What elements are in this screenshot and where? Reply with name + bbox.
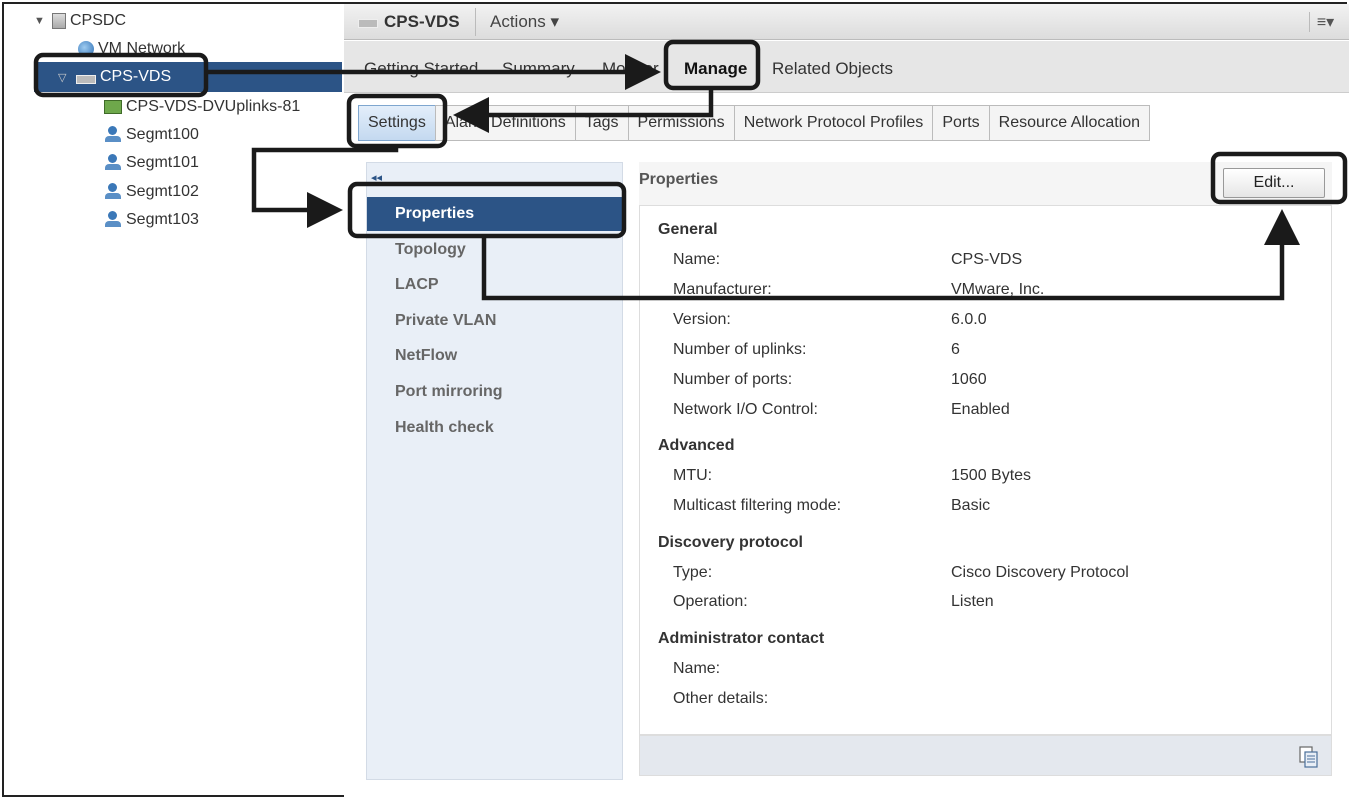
network-icon bbox=[78, 41, 94, 57]
port-group-icon bbox=[104, 183, 122, 201]
tree-item-dvuplinks[interactable]: CPS-VDS-DVUplinks-81 bbox=[104, 94, 300, 120]
property-value: VMware, Inc. bbox=[951, 281, 1045, 298]
section-title: Advanced bbox=[658, 437, 735, 454]
uplinks-icon bbox=[104, 100, 122, 114]
property-label: Type: bbox=[673, 564, 713, 581]
section-title: Discovery protocol bbox=[658, 534, 803, 551]
manage-sub-tabs: Settings Alarm Definitions Tags Permissi… bbox=[358, 105, 1151, 141]
property-label: Number of ports: bbox=[673, 371, 793, 388]
collapse-icon[interactable]: ◂◂ bbox=[371, 171, 382, 184]
tab-summary[interactable]: Summary bbox=[502, 59, 575, 79]
properties-panel: Properties Edit... General Name: CPS-VDS… bbox=[639, 162, 1332, 776]
property-value: 6 bbox=[951, 341, 960, 358]
tree-item-label: VM Network bbox=[98, 40, 186, 57]
settings-nav: ◂◂ Properties Topology LACP Private VLAN… bbox=[366, 162, 624, 780]
object-title: CPS-VDS bbox=[358, 12, 460, 32]
distributed-switch-icon bbox=[358, 18, 378, 28]
property-label: MTU: bbox=[673, 467, 713, 484]
panel-footer bbox=[639, 735, 1332, 776]
panel-title: Properties bbox=[639, 171, 719, 188]
nav-item-netflow[interactable]: NetFlow bbox=[367, 339, 624, 373]
property-label: Manufacturer: bbox=[673, 281, 772, 298]
nav-item-port-mirroring[interactable]: Port mirroring bbox=[367, 375, 624, 409]
object-name: CPS-VDS bbox=[384, 12, 460, 31]
tree-item-label: Segmt103 bbox=[126, 211, 199, 228]
tree-item-label: CPSDC bbox=[70, 12, 127, 29]
property-value: Listen bbox=[951, 593, 994, 610]
tree-item-segmt101[interactable]: Segmt101 bbox=[104, 150, 199, 176]
tree-item-vm-network[interactable]: VM Network bbox=[78, 36, 185, 62]
nav-item-properties[interactable]: Properties bbox=[367, 197, 624, 231]
property-label: Version: bbox=[673, 311, 731, 328]
property-value: Enabled bbox=[951, 401, 1010, 418]
property-value: Basic bbox=[951, 497, 991, 514]
tree-item-label: CPS-VDS-DVUplinks-81 bbox=[126, 98, 301, 115]
subtab-permissions[interactable]: Permissions bbox=[627, 105, 735, 141]
subtab-resource-allocation[interactable]: Resource Allocation bbox=[988, 105, 1151, 141]
property-value: 6.0.0 bbox=[951, 311, 987, 328]
edit-button[interactable]: Edit... bbox=[1223, 168, 1325, 198]
divider bbox=[475, 8, 476, 36]
main-pane: CPS-VDS Actions ▾ ≡▾ Getting Started Sum… bbox=[344, 4, 1349, 799]
property-value: Cisco Discovery Protocol bbox=[951, 564, 1129, 581]
subtab-tags[interactable]: Tags bbox=[574, 105, 629, 141]
properties-list: General Name: CPS-VDS Manufacturer: VMwa… bbox=[639, 205, 1332, 735]
property-label: Number of uplinks: bbox=[673, 341, 807, 358]
subtab-settings[interactable]: Settings bbox=[358, 105, 436, 141]
tree-item-cpsdc[interactable]: ▼ CPSDC bbox=[34, 8, 126, 34]
screenshot-frame: ▼ CPSDC VM Network ▽ CPS-VDS CPS-VDS-DVU… bbox=[2, 2, 1349, 799]
actions-menu-button[interactable]: Actions ▾ bbox=[490, 12, 559, 32]
tab-related-objects[interactable]: Related Objects bbox=[772, 59, 893, 79]
nav-item-lacp[interactable]: LACP bbox=[367, 268, 624, 302]
subtab-alarm-definitions[interactable]: Alarm Definitions bbox=[434, 105, 576, 141]
tree-item-label: CPS-VDS bbox=[100, 68, 172, 85]
subtab-ports[interactable]: Ports bbox=[932, 105, 990, 141]
copy-to-clipboard-icon[interactable] bbox=[1299, 746, 1319, 768]
tree-item-label: Segmt102 bbox=[126, 183, 199, 200]
subtab-network-protocol-profiles[interactable]: Network Protocol Profiles bbox=[733, 105, 934, 141]
distributed-switch-icon bbox=[76, 74, 96, 84]
property-value: 1500 Bytes bbox=[951, 467, 1032, 484]
inventory-tree: ▼ CPSDC VM Network ▽ CPS-VDS CPS-VDS-DVU… bbox=[4, 4, 344, 799]
property-label: Multicast filtering mode: bbox=[673, 497, 842, 514]
tree-item-segmt102[interactable]: Segmt102 bbox=[104, 179, 199, 205]
property-label: Operation: bbox=[673, 593, 748, 610]
view-options-icon[interactable]: ≡▾ bbox=[1309, 12, 1341, 32]
nav-item-private-vlan[interactable]: Private VLAN bbox=[367, 304, 624, 338]
nav-item-topology[interactable]: Topology bbox=[367, 233, 624, 267]
section-title: Administrator contact bbox=[658, 630, 825, 647]
port-group-icon bbox=[104, 154, 122, 172]
property-label: Name: bbox=[673, 660, 721, 677]
property-value: CPS-VDS bbox=[951, 251, 1023, 268]
tree-item-segmt103[interactable]: Segmt103 bbox=[104, 207, 199, 233]
object-nav-tabs: Getting Started Summary Monitor Manage R… bbox=[344, 41, 1349, 93]
property-label: Network I/O Control: bbox=[673, 401, 818, 418]
tab-getting-started[interactable]: Getting Started bbox=[364, 59, 478, 79]
property-value: 1060 bbox=[951, 371, 987, 388]
expand-arrow-icon[interactable]: ▼ bbox=[34, 15, 48, 27]
object-title-bar: CPS-VDS Actions ▾ ≡▾ bbox=[344, 4, 1349, 40]
tab-monitor[interactable]: Monitor bbox=[602, 59, 662, 79]
port-group-icon bbox=[104, 211, 122, 229]
tree-item-segmt100[interactable]: Segmt100 bbox=[104, 122, 199, 148]
tree-item-label: Segmt100 bbox=[126, 126, 199, 143]
tree-item-cps-vds[interactable]: ▽ CPS-VDS bbox=[34, 62, 342, 92]
property-label: Other details: bbox=[673, 690, 769, 707]
datacenter-icon bbox=[52, 13, 66, 29]
tree-item-label: Segmt101 bbox=[126, 154, 199, 171]
expand-arrow-icon[interactable]: ▽ bbox=[58, 71, 72, 84]
nav-item-health-check[interactable]: Health check bbox=[367, 411, 624, 445]
port-group-icon bbox=[104, 126, 122, 144]
property-label: Name: bbox=[673, 251, 721, 268]
section-title: General bbox=[658, 221, 718, 238]
tab-manage[interactable]: Manage bbox=[684, 59, 747, 79]
